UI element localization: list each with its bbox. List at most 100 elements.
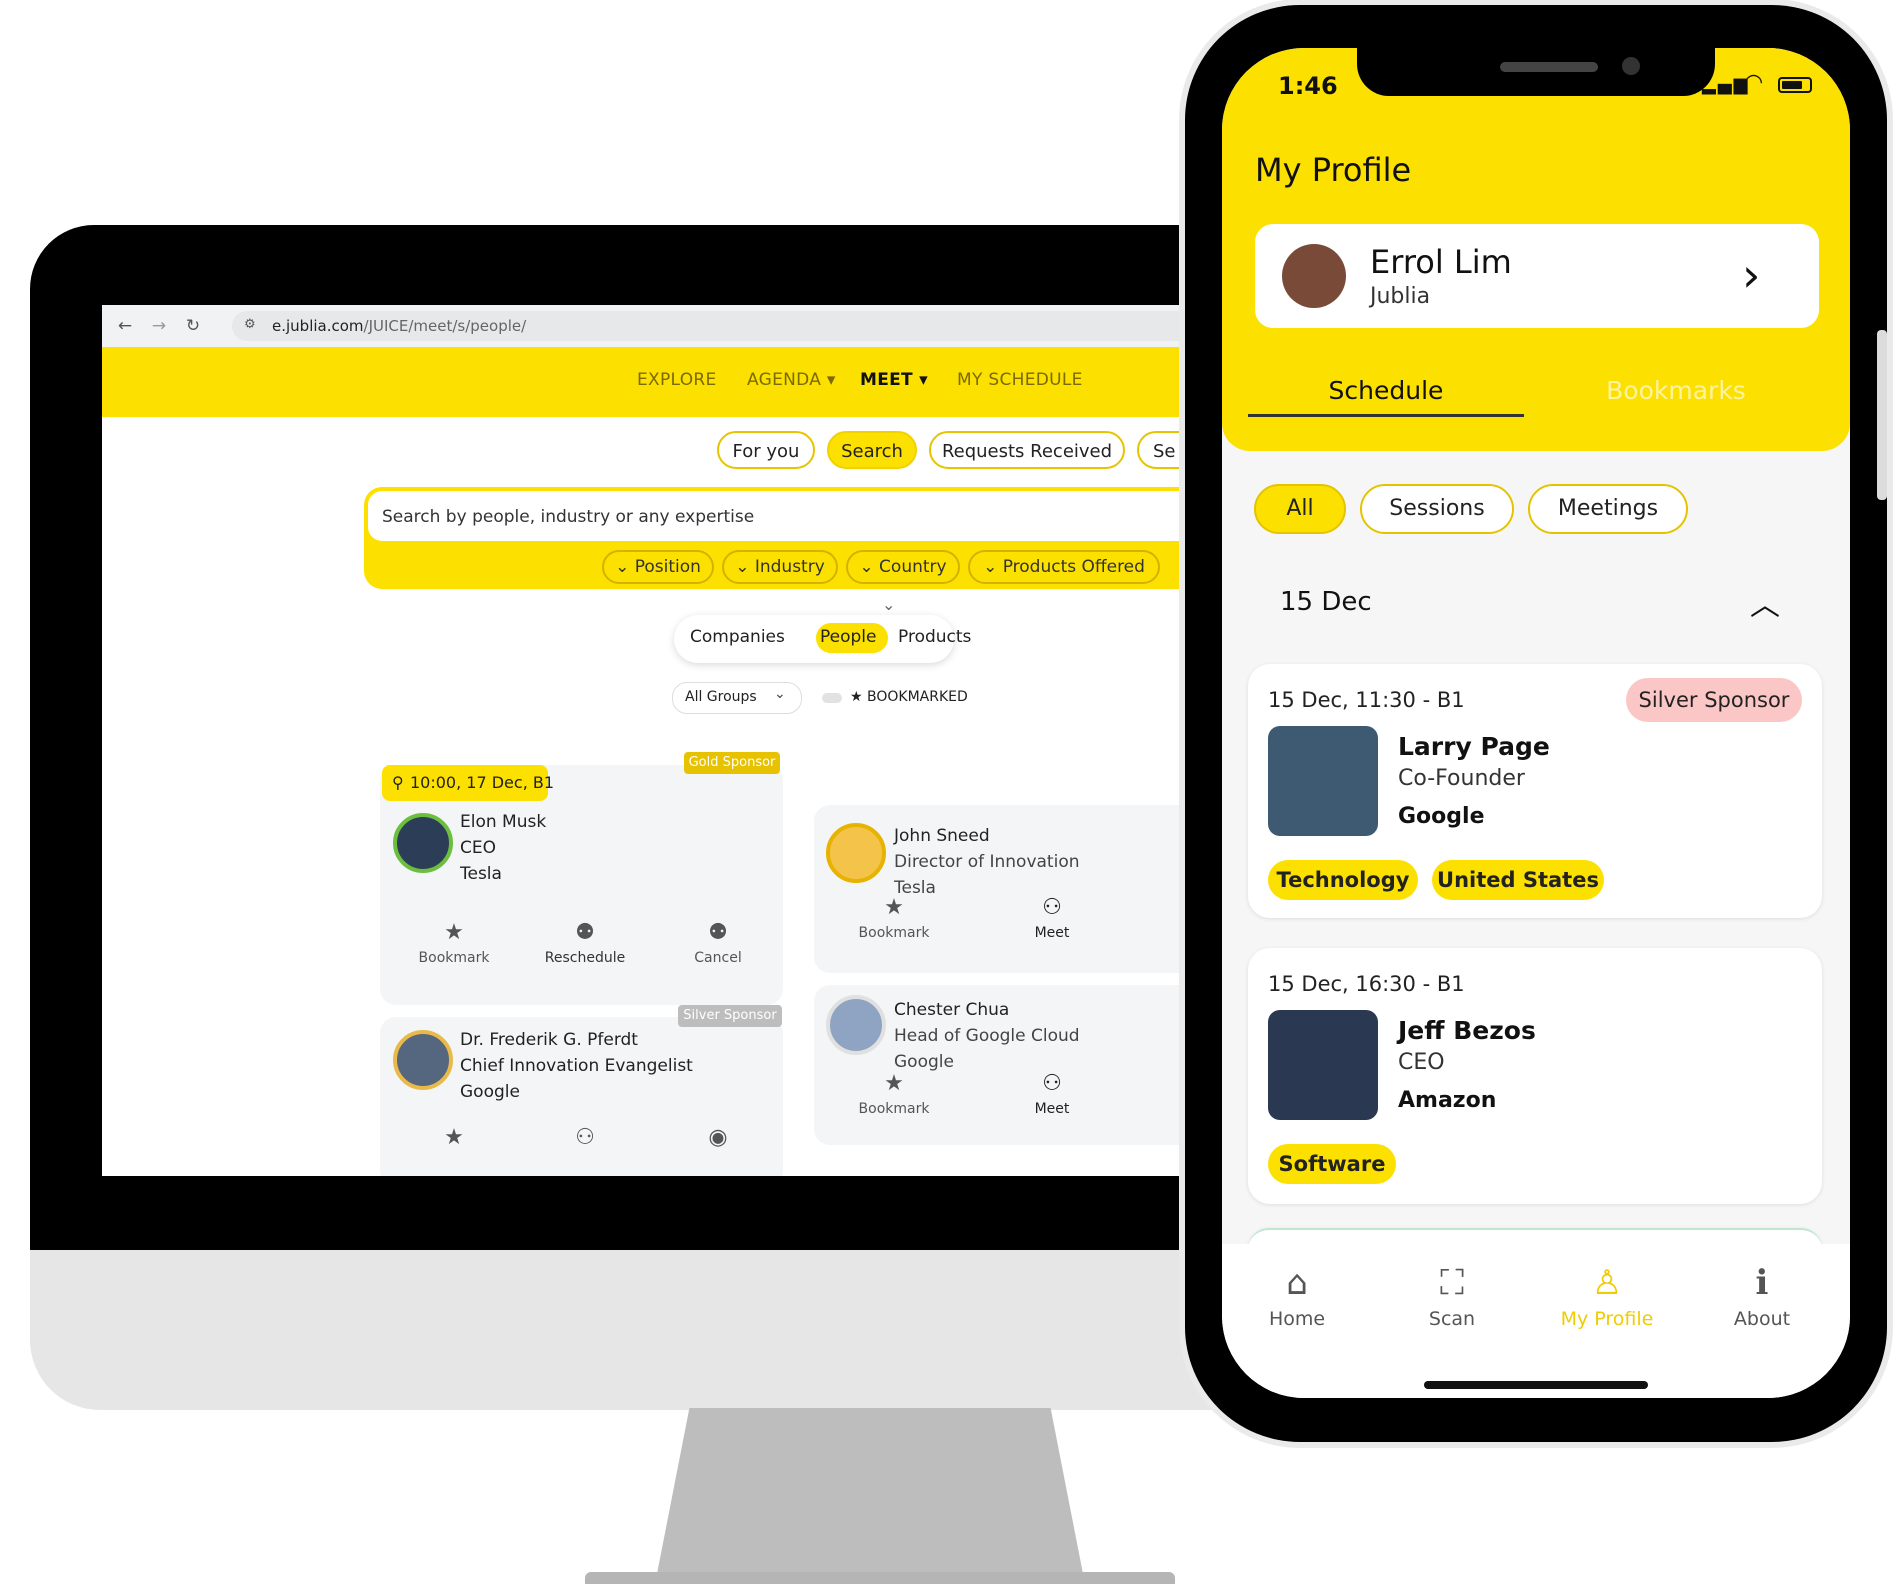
back-icon[interactable]: ← [114,315,136,337]
phone-notch [1357,48,1715,96]
person-name: Dr. Frederik G. Pferdt [460,1030,638,1050]
menu-meet[interactable]: MEET ▾ [860,370,928,390]
meet-icon[interactable]: ⚇ [1027,895,1077,920]
wifi-icon: ◠ [1744,70,1764,95]
avatar [826,995,886,1055]
filter-country[interactable]: ⌄ Country [846,550,960,584]
sponsor-badge: Silver Sponsor [1626,678,1802,722]
person-title: CEO [460,838,496,858]
filter-industry[interactable]: ⌄ Industry [722,550,838,584]
groups-select-value: All Groups [685,689,757,705]
expand-chevron-icon[interactable]: ⌄ [882,595,895,614]
person-company: Google [1398,804,1485,829]
person-card-elon[interactable] [380,765,783,1005]
chip-sessions[interactable]: Sessions [1360,484,1514,534]
meet-button[interactable]: Meet [1017,925,1087,941]
phone-screen: 1:46 ▂▄▆ ◠ My Profile Errol Lim Jublia ›… [1222,48,1850,1398]
person-name: Jeff Bezos [1398,1016,1536,1045]
sponsor-badge: Gold Sponsor [684,752,780,774]
url-text[interactable]: e.jublia.com/JUICE/meet/s/people/ [272,317,526,335]
chevron-down-icon: ⌄ [774,686,786,702]
scan-icon[interactable]: ⛶ [1377,1263,1527,1303]
tab-my-profile[interactable]: My Profile [1532,1308,1682,1330]
tab-requests-received[interactable]: Requests Received [929,431,1125,469]
phone-camera [1622,57,1640,75]
star-icon[interactable]: ★ [424,920,484,945]
menu-explore[interactable]: EXPLORE [637,370,717,390]
cancel-button[interactable]: Cancel [678,950,758,966]
url-path: /JUICE/meet/s/people/ [363,317,527,335]
bookmarked-label: ★ BOOKMARKED [850,689,968,705]
tab-search[interactable]: Search [827,431,917,469]
monitor-chin [30,1250,1330,1410]
home-indicator [1424,1381,1648,1389]
phone-speaker [1500,62,1598,72]
person-name: Chester Chua [894,1000,1010,1020]
person-company: Google [460,1082,520,1102]
segment-companies[interactable]: Companies [690,627,785,647]
tab-about[interactable]: About [1687,1308,1837,1330]
status-time: 1:46 [1278,72,1338,100]
menu-my-schedule[interactable]: MY SCHEDULE [957,370,1083,390]
person-name: Larry Page [1398,732,1550,761]
meeting-time: 10:00, 17 Dec, B1 [410,773,555,792]
person-title: Director of Innovation [894,852,1080,872]
meeting-time: 15 Dec, 16:30 - B1 [1268,972,1465,996]
person-name: Elon Musk [460,812,547,832]
tab-home[interactable]: Home [1222,1308,1372,1330]
site-settings-icon[interactable]: ⚙ [244,317,256,332]
cancel-icon[interactable]: ⚉ [688,920,748,945]
tag-technology: Technology [1268,860,1418,900]
home-icon[interactable]: ⌂ [1222,1263,1372,1303]
battery-icon [1778,77,1812,93]
signal-icon: ▂▄▆ [1702,74,1750,95]
filter-position[interactable]: ⌄ Position [602,550,714,584]
phone-side-button [1877,330,1887,500]
avatar [393,813,453,873]
tab-bookmarks[interactable]: Bookmarks [1538,376,1814,405]
bookmark-button[interactable]: Bookmark [409,950,499,966]
avatar [393,1030,453,1090]
tab-for-you[interactable]: For you [717,431,815,469]
bookmarked-toggle[interactable] [822,693,842,703]
avatar [1282,244,1346,308]
chevron-right-icon[interactable]: › [1742,248,1760,302]
meet-icon[interactable]: ⚇ [1027,1071,1077,1096]
person-photo [1268,1010,1378,1120]
meet-button[interactable]: Meet [1017,1101,1087,1117]
url-host: e.jublia.com [272,317,364,335]
bookmark-button[interactable]: Bookmark [849,925,939,941]
chip-meetings[interactable]: Meetings [1528,484,1688,534]
menu-agenda[interactable]: AGENDA ▾ [747,370,836,390]
person-company: Tesla [460,864,502,884]
chip-all[interactable]: All [1254,484,1346,534]
tag-united-states: United States [1432,860,1604,900]
tab-scan[interactable]: Scan [1377,1308,1527,1330]
search-placeholder: Search by people, industry or any expert… [382,507,755,527]
star-icon[interactable]: ★ [864,1071,924,1096]
reload-icon[interactable]: ↻ [182,315,204,337]
monitor-stand [655,1408,1085,1584]
filter-products-offered[interactable]: ⌄ Products Offered [968,550,1160,584]
bookmark-button[interactable]: Bookmark [849,1101,939,1117]
sponsor-badge: Silver Sponsor [678,1005,782,1027]
chevron-up-icon[interactable]: ︿ [1750,580,1780,624]
star-icon[interactable]: ★ [864,895,924,920]
segment-products[interactable]: Products [898,627,971,647]
segment-people[interactable]: People [820,627,876,647]
eye-icon[interactable]: ◉ [688,1125,748,1150]
tab-schedule[interactable]: Schedule [1248,376,1524,405]
meet-icon[interactable]: ⚇ [555,1125,615,1150]
tag-software: Software [1268,1144,1396,1184]
forward-icon[interactable]: → [148,315,170,337]
avatar [826,823,886,883]
info-icon[interactable]: ℹ [1687,1263,1837,1303]
monitor-stand-foot [585,1572,1175,1584]
person-company: Amazon [1398,1088,1497,1113]
reschedule-button[interactable]: Reschedule [535,950,635,966]
person-icon[interactable]: ♙ [1532,1263,1682,1303]
reschedule-icon[interactable]: ⚉ [555,920,615,945]
person-title: Head of Google Cloud [894,1026,1080,1046]
star-icon[interactable]: ★ [424,1125,484,1150]
person-title: CEO [1398,1050,1445,1075]
